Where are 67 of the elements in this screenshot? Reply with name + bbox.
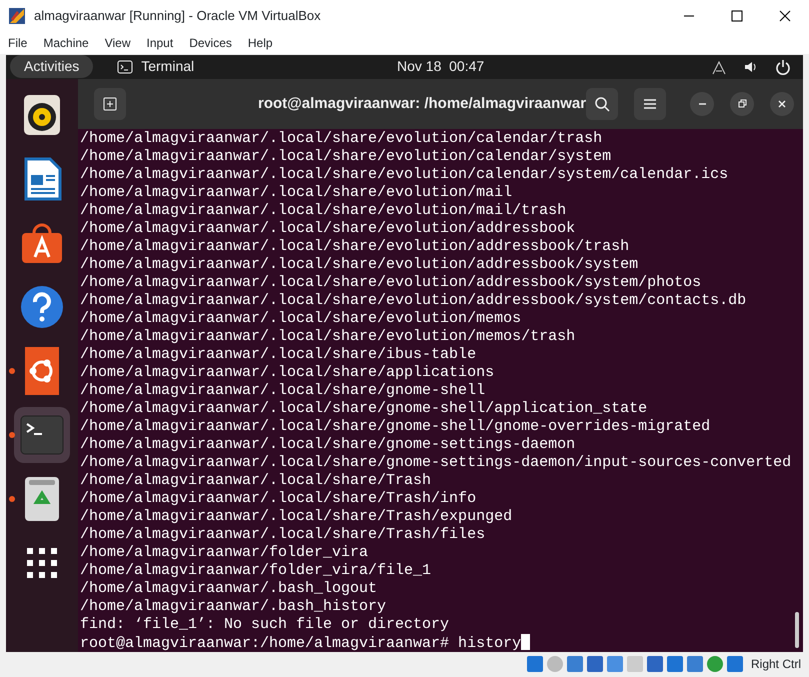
- new-tab-button[interactable]: [94, 88, 126, 120]
- cursor: [521, 634, 530, 650]
- terminal-title: root@almagviraanwar: /home/almagviraanwar: [258, 94, 586, 114]
- scrollbar[interactable]: [795, 612, 800, 648]
- host-key-label: Right Ctrl: [750, 656, 801, 673]
- restore-icon: [737, 98, 748, 109]
- menu-item[interactable]: Help: [248, 34, 273, 52]
- app-grid-icon[interactable]: [26, 546, 58, 579]
- menu-button[interactable]: [634, 88, 666, 120]
- output-line: /home/almagviraanwar/folder_vira: [80, 544, 370, 562]
- output-line: /home/almagviraanwar/.local/share/gnome-shell/gnome-overrides-migrated: [80, 418, 712, 436]
- power-icon[interactable]: [775, 58, 791, 75]
- help-icon[interactable]: [20, 284, 64, 329]
- output-line: /home/almagviraanwar/.local/share/evolution/addressbook/system: [80, 256, 640, 274]
- output-line: /home/almagviraanwar/.local/share/evolution/addressbook: [80, 220, 576, 238]
- trash-icon[interactable]: [24, 476, 60, 522]
- output-line: /home/almagviraanwar/.local/share/evolution/addressbook/system/photos: [80, 274, 702, 292]
- terminal-icon: [117, 60, 134, 74]
- output-line: /home/almagviraanwar/.bash_history: [80, 598, 388, 616]
- output-line: /home/almagviraanwar/.bash_logout: [80, 580, 378, 598]
- output-line: /home/almagviraanwar/.local/share/Trash/files: [80, 526, 486, 544]
- search-button[interactable]: [586, 88, 618, 120]
- output-line: find: ‘file_1’: No such file or directory: [80, 616, 450, 634]
- menu-item[interactable]: Input: [146, 34, 174, 52]
- output-line: /home/almagviraanwar/.local/share/evolution/calendar/system: [80, 148, 612, 166]
- menu-item[interactable]: Devices: [189, 34, 232, 52]
- output-line: /home/almagviraanwar/.local/share/Trash/info: [80, 490, 478, 508]
- output-line: /home/almagviraanwar/.local/share/evolution/memos/trash: [80, 328, 576, 346]
- menu-item[interactable]: Machine: [43, 34, 89, 52]
- output-line: /home/almagviraanwar/.local/share/gnome-settings-daemon: [80, 436, 576, 454]
- activities-button[interactable]: Activities: [10, 55, 94, 78]
- output-line: /home/almagviraanwar/.local/share/evolution/addressbook/system/contacts.db: [80, 292, 748, 310]
- minimize-icon: [698, 102, 706, 105]
- prompt-line: root@almagviraanwar:/home/almagviraanwar# history: [80, 634, 522, 652]
- clock[interactable]: Nov 18 00:47: [397, 56, 484, 78]
- document-icon[interactable]: [22, 156, 62, 201]
- window-title: almagviraanwar [Running] - Oracle VM VirtualBox: [34, 7, 321, 26]
- output-line: /home/almagviraanwar/.local/share/Trash/expunged: [80, 508, 514, 526]
- terminal-icon[interactable]: [20, 414, 64, 455]
- output-line: /home/almagviraanwar/.local/share/evolution/mail: [80, 184, 514, 202]
- output-line: /home/almagviraanwar/.local/share/evolution/calendar/trash: [80, 130, 604, 148]
- output-line: /home/almagviraanwar/.local/share/evolution/calendar/system/calendar.ics: [80, 166, 730, 184]
- output-line: /home/almagviraanwar/.local/share/gnome-shell: [80, 382, 486, 400]
- close-button[interactable]: [770, 92, 794, 116]
- app-icon: [8, 7, 26, 25]
- output-line: /home/almagviraanwar/.local/share/gnome-shell/application_state: [80, 400, 648, 418]
- close-icon: [777, 98, 788, 109]
- output-line: /home/almagviraanwar/.local/share/evolution/addressbook/trash: [80, 238, 630, 256]
- restore-button[interactable]: [730, 92, 754, 116]
- menu-icon: [643, 98, 658, 110]
- output-line: /home/almagviraanwar/.local/share/applications: [80, 364, 496, 382]
- output-line: /home/almagviraanwar/folder_vira/file_1: [80, 562, 432, 580]
- close-icon[interactable]: [779, 10, 791, 22]
- app-menu[interactable]: Terminal: [141, 56, 194, 78]
- new-tab-icon: [102, 96, 118, 112]
- menu-item[interactable]: File: [8, 34, 28, 52]
- output-line: /home/almagviraanwar/.local/share/Trash: [80, 472, 432, 490]
- output-line: /home/almagviraanwar/.local/share/evolution/memos: [80, 310, 522, 328]
- ubuntu-logo-icon[interactable]: [25, 346, 59, 395]
- shopping-bag-icon[interactable]: [20, 220, 64, 265]
- search-icon: [594, 96, 610, 112]
- output-line: /home/almagviraanwar/.local/share/gnome-settings-daemon/input-sources-converted: [80, 454, 792, 472]
- menu-item[interactable]: View: [104, 34, 130, 52]
- output-line: /home/almagviraanwar/.local/share/ibus-table: [80, 346, 478, 364]
- minimize-button[interactable]: [690, 92, 714, 116]
- output-line: /home/almagviraanwar/.local/share/evolution/mail/trash: [80, 202, 568, 220]
- maximize-icon[interactable]: [731, 10, 743, 22]
